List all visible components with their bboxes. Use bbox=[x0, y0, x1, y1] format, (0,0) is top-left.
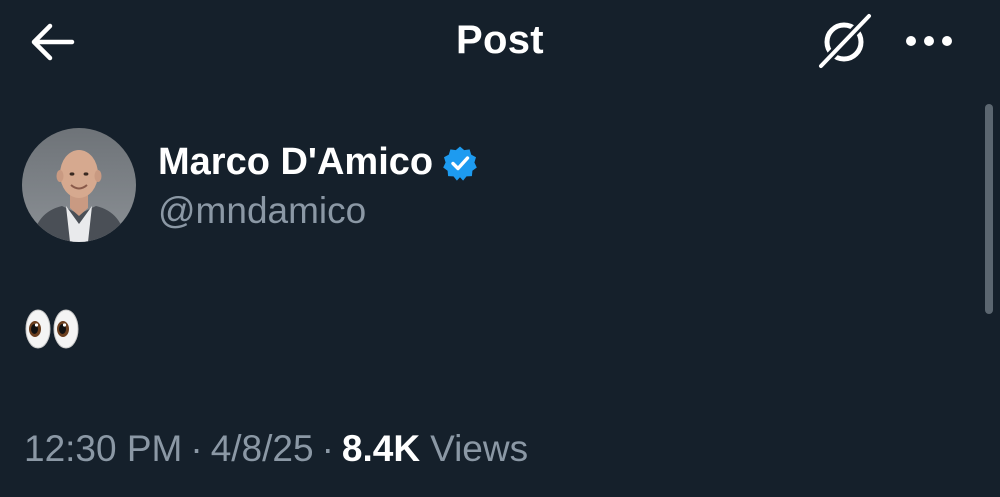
separator: · bbox=[190, 428, 203, 469]
post-meta: 12:30 PM · 4/8/25 · 8.4K Views bbox=[24, 428, 528, 470]
back-button[interactable] bbox=[26, 20, 78, 64]
top-bar: Post bbox=[0, 0, 1000, 84]
display-name-row: Marco D'Amico bbox=[158, 141, 478, 184]
separator: · bbox=[321, 428, 334, 469]
more-horizontal-icon bbox=[906, 36, 952, 46]
arrow-left-icon bbox=[31, 23, 75, 61]
post-time[interactable]: 12:30 PM bbox=[24, 428, 182, 470]
scrollbar[interactable] bbox=[985, 104, 993, 314]
grok-button[interactable] bbox=[812, 10, 878, 72]
display-name[interactable]: Marco D'Amico bbox=[158, 141, 433, 184]
grok-icon bbox=[816, 12, 874, 70]
views-label: Views bbox=[430, 428, 529, 469]
more-options-button[interactable] bbox=[898, 20, 960, 62]
user-handle[interactable]: @mndamico bbox=[158, 190, 366, 232]
avatar[interactable] bbox=[22, 128, 136, 242]
views-count[interactable]: 8.4K bbox=[342, 428, 420, 470]
post-author: Marco D'Amico @mndamico bbox=[22, 128, 722, 244]
post-text: 👀 bbox=[24, 306, 80, 352]
verified-badge-icon[interactable] bbox=[442, 145, 478, 181]
avatar-photo bbox=[22, 128, 136, 242]
post-date[interactable]: 4/8/25 bbox=[211, 428, 314, 470]
eyes-emoji-icon bbox=[25, 309, 79, 349]
